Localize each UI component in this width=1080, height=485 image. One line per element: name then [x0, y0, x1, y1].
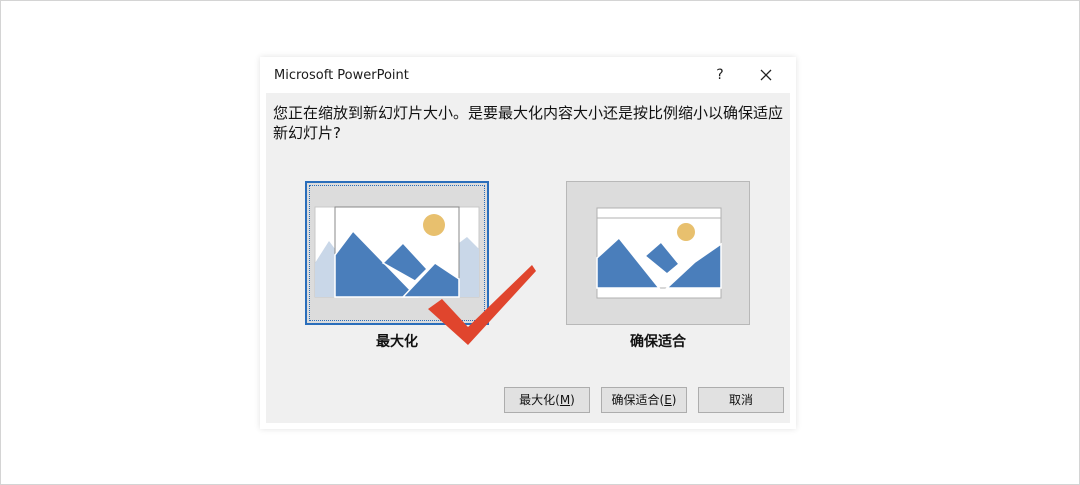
maximize-button-key: M	[559, 393, 571, 407]
maximize-button-suffix: )	[570, 393, 575, 407]
maximize-button[interactable]: 最大化(M)	[504, 387, 590, 413]
dialog-message: 您正在缩放到新幻灯片大小。是要最大化内容大小还是按比例缩小以确保适应新幻灯片?	[273, 104, 784, 142]
maximize-button-text: 最大化(	[519, 393, 560, 407]
ensure-fit-button-text: 确保适合(	[611, 393, 665, 407]
resize-dialog: Microsoft PowerPoint ? 您正在缩放到新幻灯片大小。是要最大…	[260, 57, 796, 429]
check-mark-icon	[428, 265, 536, 345]
close-icon	[760, 69, 772, 81]
help-button[interactable]: ?	[708, 63, 732, 87]
ensure-fit-button-key: E	[664, 393, 672, 407]
ensure-fit-option-label: 确保适合	[630, 334, 686, 350]
ensure-fit-option[interactable]	[566, 181, 750, 325]
dialog-body: 您正在缩放到新幻灯片大小。是要最大化内容大小还是按比例缩小以确保适应新幻灯片? …	[266, 93, 790, 423]
ensure-fit-button[interactable]: 确保适合(E)	[601, 387, 687, 413]
window-title: Microsoft PowerPoint	[274, 68, 409, 83]
close-button[interactable]	[752, 63, 780, 87]
ensure-fit-picture-icon	[596, 207, 722, 299]
cancel-button[interactable]: 取消	[698, 387, 784, 413]
ensure-fit-button-suffix: )	[671, 393, 677, 407]
title-bar: Microsoft PowerPoint ?	[260, 57, 796, 93]
